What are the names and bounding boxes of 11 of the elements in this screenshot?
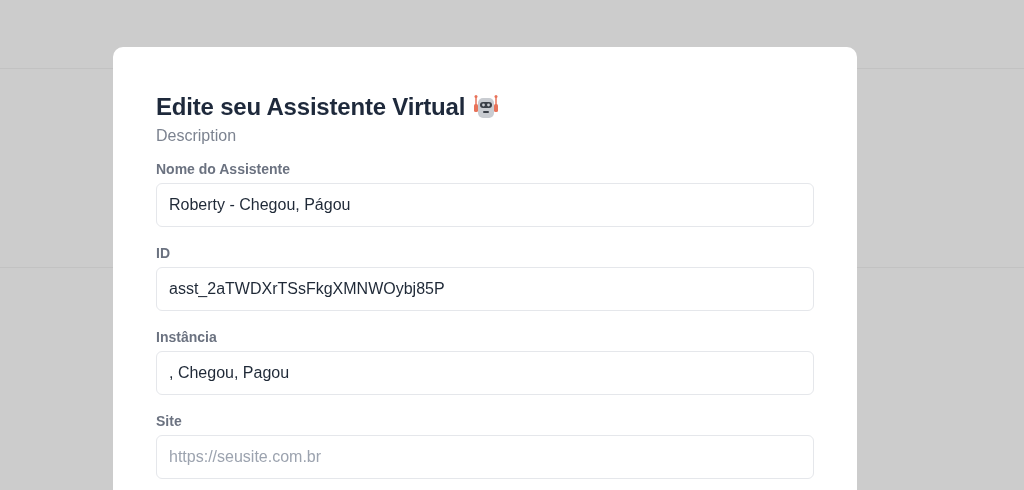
field-label: Site [156, 413, 183, 429]
field-label: ID [156, 245, 171, 261]
input-field[interactable]: Roberty - Chegou, Págou [156, 183, 814, 227]
robot-icon [473, 94, 500, 120]
input-field[interactable]: , Chegou, Pagou [156, 351, 814, 395]
dialog-title: Edite seu Assistente Virtual [156, 93, 466, 121]
field-label: Instância [156, 329, 218, 345]
dialog-description: Description [156, 127, 238, 145]
input-field[interactable]: https://seusite.com.br [156, 435, 814, 479]
field-label: Nome do Assistente [156, 161, 292, 177]
input-field[interactable]: asst_2aTWDXrTSsFkgXMNWOybj85P [156, 267, 814, 311]
